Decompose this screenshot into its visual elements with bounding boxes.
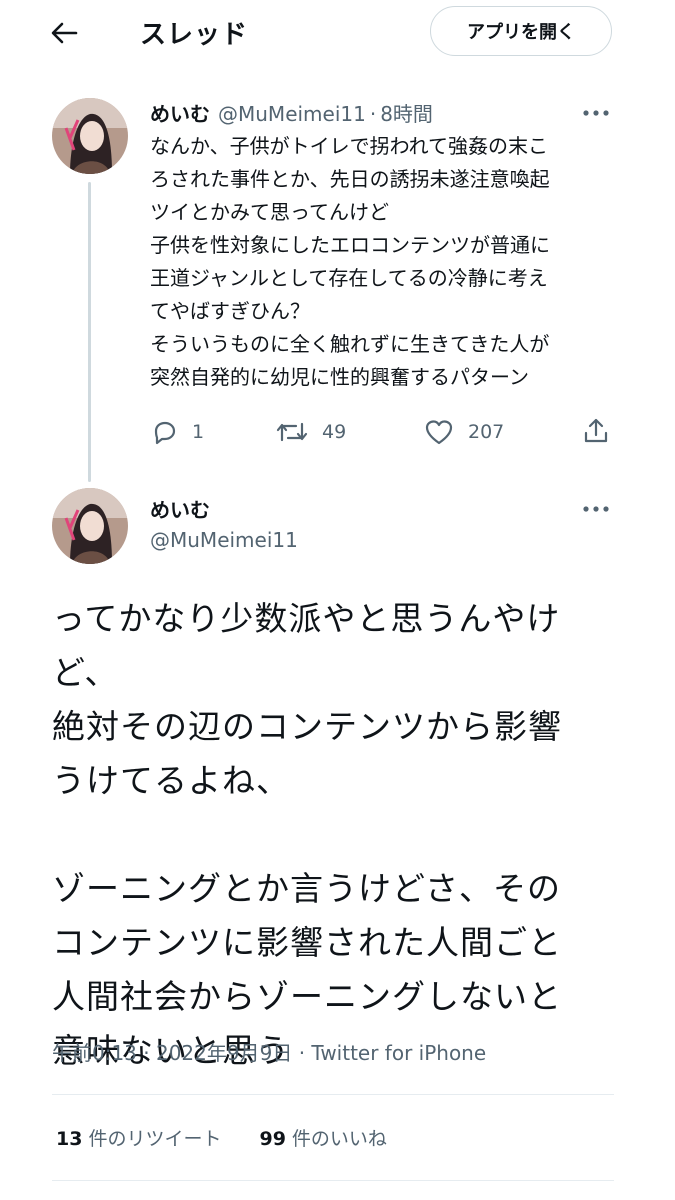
tweet-metadata: 午前0:13 · 2022年9月9日 · Twitter for iPhone bbox=[52, 1037, 486, 1066]
tweet-header: めいむ @MuMeimei11 · 8時間 bbox=[150, 98, 433, 127]
share-icon bbox=[584, 418, 608, 443]
like-total: 99 bbox=[259, 1128, 286, 1150]
more-options-button[interactable] bbox=[578, 98, 614, 128]
tweet-timestamp[interactable]: 午前0:13 · 2022年9月9日 · bbox=[52, 1041, 311, 1065]
like-count: 207 bbox=[468, 421, 505, 443]
reply-button[interactable]: 1 bbox=[150, 418, 204, 446]
share-button[interactable] bbox=[582, 416, 610, 446]
tweet-source[interactable]: Twitter for iPhone bbox=[311, 1041, 486, 1065]
open-app-button[interactable]: アプリを開く bbox=[430, 6, 612, 56]
tweet-text: なんか、子供がトイレで拐われて強姦の末こ ろされた事件とか、先日の誘拐未遂注意喚… bbox=[150, 134, 550, 389]
tweet-stats: 13 件のリツイート 99 件のいいね bbox=[56, 1124, 425, 1151]
user-handle[interactable]: @MuMeimei11 bbox=[150, 528, 298, 552]
profile-photo-icon bbox=[52, 488, 128, 564]
back-button[interactable] bbox=[38, 10, 90, 56]
likes-stat[interactable]: 99 件のいいね bbox=[259, 1124, 386, 1151]
arrow-left-icon bbox=[51, 22, 78, 44]
tweet-text: ってかなり少数派やと思うんやけ ど、 絶対その辺のコンテンツから影響 うけてるよ… bbox=[52, 599, 562, 1070]
separator: · bbox=[369, 102, 377, 126]
heart-icon bbox=[425, 420, 453, 445]
user-handle[interactable]: @MuMeimei11 bbox=[218, 102, 366, 126]
retweet-label: 件のリツイート bbox=[88, 1128, 222, 1150]
divider bbox=[52, 1180, 614, 1181]
thread-line bbox=[88, 182, 91, 482]
retweet-icon bbox=[276, 422, 308, 442]
like-button[interactable]: 207 bbox=[424, 418, 504, 446]
retweet-count: 49 bbox=[322, 421, 347, 443]
profile-photo-icon bbox=[52, 98, 128, 174]
page-title: スレッド bbox=[140, 20, 249, 50]
display-name[interactable]: めいむ bbox=[150, 494, 210, 523]
retweet-button[interactable]: 49 bbox=[276, 418, 346, 446]
tweet-time[interactable]: 8時間 bbox=[380, 102, 433, 126]
avatar[interactable] bbox=[52, 488, 128, 564]
avatar[interactable] bbox=[52, 98, 128, 174]
display-name[interactable]: めいむ bbox=[150, 102, 210, 126]
more-dots-icon bbox=[583, 110, 609, 116]
retweet-total: 13 bbox=[56, 1128, 83, 1150]
reply-icon bbox=[154, 421, 176, 445]
like-label: 件のいいね bbox=[291, 1128, 387, 1150]
divider bbox=[52, 1094, 614, 1095]
reply-count: 1 bbox=[192, 421, 205, 443]
retweets-stat[interactable]: 13 件のリツイート bbox=[56, 1124, 221, 1151]
more-dots-icon bbox=[583, 506, 609, 512]
more-options-button[interactable] bbox=[578, 494, 614, 524]
